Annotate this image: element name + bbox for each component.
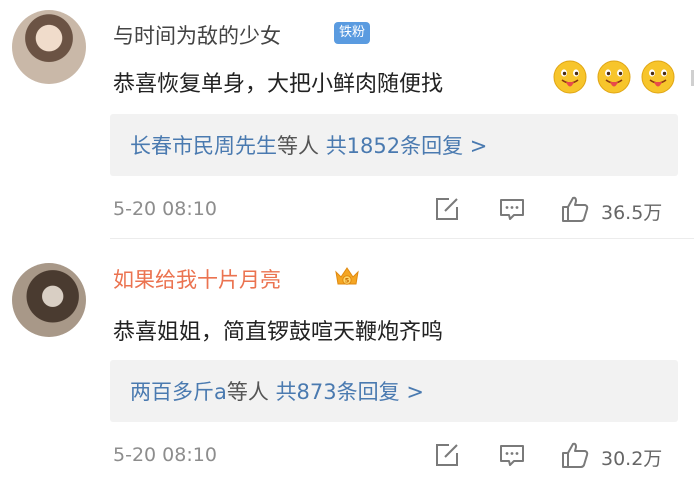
- reply-count[interactable]: 共1852条回复 >: [326, 134, 488, 158]
- tongue-out-emoji-icon: [553, 60, 587, 94]
- timestamp: 5-20 08:10: [113, 198, 217, 220]
- tongue-out-emoji-icon: [641, 60, 675, 94]
- thumbs-up-icon[interactable]: [560, 194, 590, 224]
- divider: [110, 238, 694, 239]
- username[interactable]: 与时间为敌的少女: [113, 20, 281, 50]
- like-count: 36.5万: [601, 202, 663, 224]
- emoji-group: [553, 60, 675, 94]
- comment-item: 与时间为敌的少女 铁粉 恭喜恢复单身，大把小鲜肉随便找 长春市民周先生等人 共1…: [0, 0, 694, 240]
- reply-summary-text: 长春市民周先生等人 共1852条回复 >: [130, 130, 487, 160]
- reply-users[interactable]: 长春市民周先生: [130, 134, 277, 158]
- comment-item: [0, 240, 694, 481]
- avatar[interactable]: [12, 10, 86, 84]
- comment-icon[interactable]: [497, 194, 527, 224]
- fan-badge[interactable]: 铁粉: [334, 22, 371, 44]
- comment-text: 恭喜恢复单身，大把小鲜肉随便找: [113, 72, 444, 97]
- reply-summary[interactable]: 长春市民周先生等人 共1852条回复 >: [110, 114, 678, 176]
- tongue-out-emoji-icon: [597, 60, 631, 94]
- share-icon[interactable]: [432, 194, 462, 224]
- reply-suffix: 等人: [277, 134, 319, 158]
